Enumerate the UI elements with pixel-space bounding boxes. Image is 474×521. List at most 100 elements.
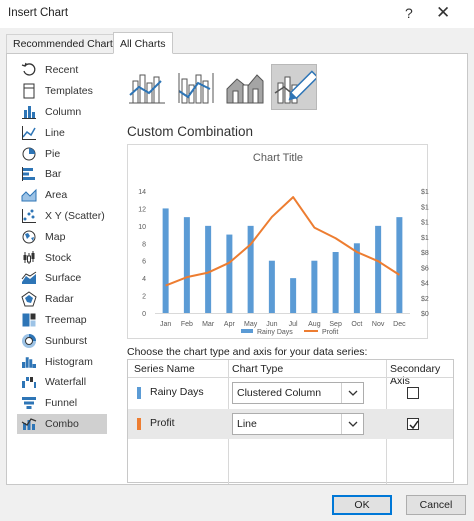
chart-type-label: Line: [45, 126, 65, 139]
chart-type-stock[interactable]: Stock: [17, 247, 107, 268]
chart-type-templates[interactable]: Templates: [17, 81, 107, 102]
chevron-down-icon[interactable]: [341, 383, 363, 403]
chart-type-label: Column: [45, 105, 82, 118]
x-tick-label: Dec: [393, 321, 406, 328]
secondary-axis-checkbox[interactable]: [407, 418, 419, 430]
chart-type-dropdown[interactable]: Line: [232, 413, 364, 435]
chart-type-pie[interactable]: Pie: [17, 143, 107, 164]
chart-type-label: Stock: [45, 251, 72, 264]
thumbnail-clustered-column-line[interactable]: [124, 64, 170, 110]
chart-type-label: X Y (Scatter): [45, 209, 105, 222]
y-tick-label: 14: [138, 189, 146, 196]
map-chart-icon: [21, 229, 37, 245]
chart-title: Chart Title: [253, 152, 303, 164]
x-tick-label: Mar: [202, 321, 215, 328]
chart-type-combo[interactable]: Combo: [17, 413, 107, 435]
title-bar: Insert Chart ? ✕: [0, 0, 474, 28]
chart-type-label: Recent: [45, 64, 79, 77]
bar-jun: [268, 260, 275, 313]
chart-type-label: Map: [45, 230, 66, 243]
tab-all-charts[interactable]: All Charts: [113, 32, 173, 54]
bar-jul: [290, 278, 297, 313]
line-chart-icon: [21, 125, 37, 141]
chart-type-x-y-scatter[interactable]: X Y (Scatter): [17, 206, 107, 227]
tab-recommended-charts[interactable]: Recommended Charts: [6, 34, 126, 54]
bar-dec: [396, 217, 403, 313]
clustered-column-line-secondary-axis-icon: [178, 73, 214, 104]
y2-tick-label: $16,000: [421, 189, 429, 196]
legend-label-rainy-days: Rainy Days: [257, 329, 293, 336]
thumbnail-custom-combination[interactable]: [271, 64, 319, 110]
chart-type-label: Pie: [45, 147, 61, 160]
chart-type-label: Funnel: [45, 397, 78, 410]
sunburst-chart-icon: [21, 333, 37, 349]
thumbnail-stacked-area-clustered-column[interactable]: [222, 64, 268, 110]
chart-type-histogram[interactable]: Histogram: [17, 351, 107, 372]
thumbnail-clustered-column-line-secondary-axis[interactable]: [173, 64, 219, 110]
combo-chart-icon: [21, 416, 37, 432]
chart-type-map[interactable]: Map: [17, 226, 107, 247]
x-tick-label: Oct: [351, 321, 362, 328]
chart-type-treemap[interactable]: Treemap: [17, 310, 107, 331]
profit-line: [165, 196, 400, 287]
combo-subtitle: Custom Combination: [127, 124, 254, 139]
bar-may: [247, 225, 254, 313]
chart-type-label: Treemap: [45, 313, 87, 326]
chart-type-bar[interactable]: Bar: [17, 164, 107, 185]
chart-type-label: Bar: [45, 168, 62, 181]
close-icon[interactable]: ✕: [436, 3, 450, 23]
x-tick-label: Aug: [308, 321, 321, 328]
chart-preview: Chart Title 0 2 4 6 8 10 12 14 $0 $2,000 $4,000 $6,…: [127, 144, 429, 339]
chart-type-sunburst[interactable]: Sunburst: [17, 330, 107, 351]
chart-type-value: Clustered Column: [237, 387, 322, 399]
bar-aug: [311, 260, 318, 313]
treemap-chart-icon: [21, 312, 37, 328]
y-tick-label: 12: [138, 206, 146, 213]
chart-type-radar[interactable]: Radar: [17, 289, 107, 310]
chart-type-surface[interactable]: Surface: [17, 268, 107, 289]
y2-tick-label: $8,000: [421, 250, 429, 257]
stacked-area-clustered-column-icon: [226, 74, 264, 104]
custom-combination-icon: [274, 70, 319, 104]
scatter-chart-icon: [21, 208, 37, 224]
x-tick-label: Feb: [181, 321, 193, 328]
bar-nov: [375, 225, 382, 313]
help-icon[interactable]: ?: [405, 5, 413, 21]
x-tick-label: Apr: [224, 321, 236, 328]
all-charts-panel: Recent Templates Column Line Pie Bar Area X Y (…: [6, 53, 468, 485]
table-row: Profit Line: [128, 409, 453, 439]
bar-apr: [226, 234, 233, 313]
chart-type-line[interactable]: Line: [17, 122, 107, 143]
ok-button[interactable]: OK: [332, 495, 392, 515]
x-tick-label: Jan: [160, 321, 171, 328]
templates-icon: [21, 83, 37, 99]
chart-type-column[interactable]: Column: [17, 102, 107, 123]
chart-type-dropdown[interactable]: Clustered Column: [232, 382, 364, 404]
y-tick-label: 6: [142, 259, 146, 266]
x-tick-label: Jun: [266, 321, 277, 328]
chart-type-funnel[interactable]: Funnel: [17, 393, 107, 414]
chart-type-value: Line: [237, 418, 257, 430]
chart-type-list: Recent Templates Column Line Pie Bar Area X Y (…: [17, 60, 107, 435]
chart-type-recent[interactable]: Recent: [17, 60, 107, 81]
chart-type-area[interactable]: Area: [17, 185, 107, 206]
chart-type-label: Waterfall: [45, 376, 87, 389]
chevron-down-icon[interactable]: [341, 414, 363, 434]
column-chart-icon: [21, 104, 37, 120]
secondary-axis-checkbox[interactable]: [407, 387, 419, 399]
y-tick-label: 2: [142, 294, 146, 301]
funnel-chart-icon: [21, 395, 37, 411]
series-name: Profit: [150, 417, 175, 429]
legend-swatch-rainy-days: [241, 329, 253, 333]
y2-tick-label: $2,000: [421, 296, 429, 303]
bar-chart-icon: [21, 166, 37, 182]
clustered-column-line-icon: [129, 74, 165, 104]
y2-tick-label: $14,000: [421, 204, 429, 211]
chart-type-waterfall[interactable]: Waterfall: [17, 372, 107, 393]
chart-type-label: Area: [45, 189, 68, 202]
y2-tick-label: $12,000: [421, 220, 429, 227]
bar-sep: [332, 252, 339, 313]
series-color-swatch: [137, 387, 141, 399]
y2-tick-label: $0: [421, 311, 429, 318]
cancel-button[interactable]: Cancel: [406, 495, 466, 515]
